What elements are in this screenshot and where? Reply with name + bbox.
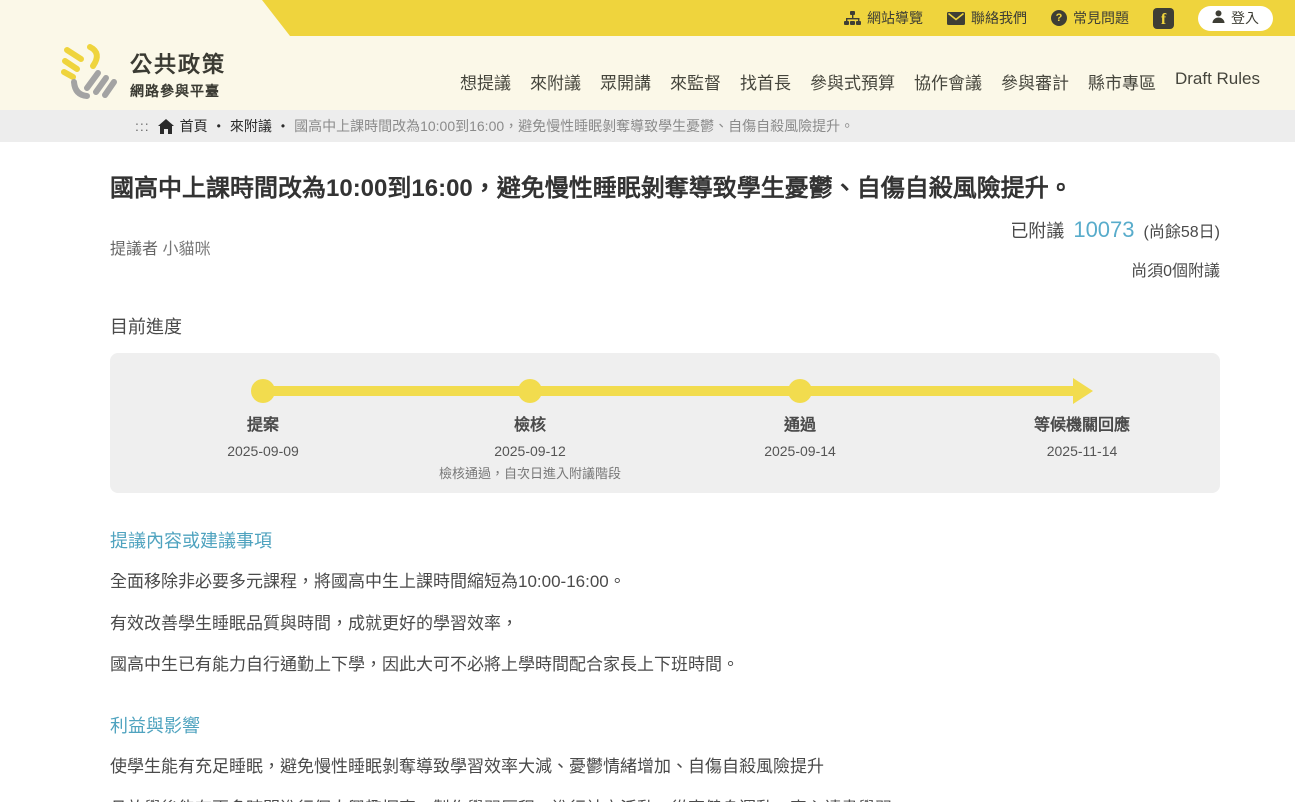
seconded-block: 已附議 10073 (尚餘58日) 尚須0個附議 xyxy=(1010,217,1220,281)
nav-item-county[interactable]: 縣市專區 xyxy=(1088,69,1156,94)
proposer-label: 提議者 xyxy=(110,241,158,258)
logo-title: 公共政策 xyxy=(130,47,226,79)
step-date: 2025-11-14 xyxy=(1034,443,1130,459)
step-date: 2025-09-14 xyxy=(764,443,836,459)
nav-item-propose[interactable]: 想提議 xyxy=(460,69,511,94)
proposal-paragraph: 國高中生已有能力自行通勤上下學，因此大可不必將上學時間配合家長上下班時間。 xyxy=(110,653,1220,678)
faq-label: 常見問題 xyxy=(1073,8,1129,28)
proposer-line: 提議者 小貓咪 xyxy=(110,235,210,259)
breadcrumb-home-link[interactable]: 首頁 xyxy=(180,116,208,136)
logo-subtitle: 網路參與平臺 xyxy=(130,81,226,101)
nav-item-audit[interactable]: 參與審計 xyxy=(1001,69,1069,94)
faq-link[interactable]: ? 常見問題 xyxy=(1051,8,1129,28)
review-passed-note: 檢核通過，自次日進入附議階段 xyxy=(439,463,621,482)
timeline-step-proposed: 提案 2025-09-09 xyxy=(227,411,299,459)
user-icon xyxy=(1212,10,1225,26)
seconded-line: 已附議 10073 (尚餘58日) xyxy=(1010,217,1220,243)
progress-heading: 目前進度 xyxy=(110,313,1220,339)
step-label: 檢核 xyxy=(494,411,566,435)
step-date: 2025-09-09 xyxy=(227,443,299,459)
step-label: 通過 xyxy=(764,411,836,435)
timeline-dot-proposed xyxy=(251,379,275,403)
timeline-dot-review xyxy=(518,379,542,403)
nav-item-supervise[interactable]: 來監督 xyxy=(670,69,721,94)
nav-item-draft-rules[interactable]: Draft Rules xyxy=(1175,69,1260,94)
sitemap-icon xyxy=(844,11,861,26)
login-label: 登入 xyxy=(1231,8,1259,28)
step-date: 2025-09-12 xyxy=(494,443,566,459)
proposal-meta-row: 提議者 小貓咪 已附議 10073 (尚餘58日) 尚須0個附議 xyxy=(110,217,1220,281)
step-label: 等候機關回應 xyxy=(1034,411,1130,435)
seconded-remaining: (尚餘58日) xyxy=(1144,224,1220,241)
main-nav: 想提議 來附議 眾開講 來監督 找首長 參與式預算 協作會議 參與審計 縣市專區… xyxy=(460,69,1260,94)
step-label: 提案 xyxy=(227,411,299,435)
proposer-name: 小貓咪 xyxy=(162,241,210,258)
breadcrumb-separator: • xyxy=(281,119,285,133)
seconded-count: 10073 xyxy=(1073,217,1134,242)
section-proposal-content: 提議內容或建議事項 全面移除非必要多元課程，將國高中生上課時間縮短為10:00-… xyxy=(110,527,1220,678)
nav-item-second[interactable]: 來附議 xyxy=(530,69,581,94)
facebook-icon[interactable]: f xyxy=(1153,8,1174,29)
proposal-paragraph: 有效改善學生睡眠品質與時間，成就更好的學習效率， xyxy=(110,612,1220,637)
site-logo[interactable]: 公共政策 網路參與平臺 xyxy=(60,42,226,105)
topbar-menu: 網站導覽 聯絡我們 ? 常見問題 f 登入 xyxy=(844,0,1273,36)
timeline-step-review: 檢核 2025-09-12 xyxy=(494,411,566,459)
section-heading: 利益與影響 xyxy=(110,712,1220,738)
breadcrumb: ::: 首頁 • 來附議 • 國高中上課時間改為10:00到16:00，避免慢性… xyxy=(0,110,1295,142)
benefits-paragraph: 且放學後能有更多時間進行個人興趣探索、製作學習歷程、進行社交活動、從事健身運動、… xyxy=(110,797,1220,802)
seconded-label: 已附議 xyxy=(1010,221,1064,241)
timeline-line xyxy=(263,386,1075,396)
logo-hands-icon xyxy=(60,42,118,105)
home-icon[interactable] xyxy=(158,119,174,134)
nav-item-budget[interactable]: 參與式預算 xyxy=(810,69,895,94)
top-utility-bar: 網站導覽 聯絡我們 ? 常見問題 f 登入 xyxy=(0,0,1295,36)
progress-timeline: 提案 2025-09-09 檢核 2025-09-12 通過 2025-09-1… xyxy=(110,353,1220,493)
sitemap-link[interactable]: 網站導覽 xyxy=(844,8,923,28)
contact-link[interactable]: 聯絡我們 xyxy=(947,8,1027,28)
login-button[interactable]: 登入 xyxy=(1198,6,1273,31)
section-heading: 提議內容或建議事項 xyxy=(110,527,1220,553)
breadcrumb-separator: • xyxy=(217,119,221,133)
main-content: 國高中上課時間改為10:00到16:00，避免慢性睡眠剝奪導致學生憂鬱、自傷自殺… xyxy=(0,142,1295,802)
breadcrumb-current-page: 國高中上課時間改為10:00到16:00，避免慢性睡眠剝奪導致學生憂鬱、自傷自殺… xyxy=(294,116,854,136)
section-benefits-impact: 利益與影響 使學生能有充足睡眠，避免慢性睡眠剝奪導致學習效率大減、憂鬱情緒增加、… xyxy=(110,712,1220,802)
sitemap-label: 網站導覽 xyxy=(867,8,923,28)
question-icon: ? xyxy=(1051,10,1067,26)
nav-item-mayor[interactable]: 找首長 xyxy=(740,69,791,94)
mail-icon xyxy=(947,12,965,25)
timeline-step-passed: 通過 2025-09-14 xyxy=(764,411,836,459)
timeline-step-awaiting-response: 等候機關回應 2025-11-14 xyxy=(1034,411,1130,459)
page-title: 國高中上課時間改為10:00到16:00，避免慢性睡眠剝奪導致學生憂鬱、自傷自殺… xyxy=(110,170,1200,207)
accessibility-anchor: ::: xyxy=(135,118,150,134)
timeline-dot-passed xyxy=(788,379,812,403)
benefits-paragraph: 使學生能有充足睡眠，避免慢性睡眠剝奪導致學習效率大減、憂鬱情緒增加、自傷自殺風險… xyxy=(110,755,1220,780)
nav-item-talks[interactable]: 眾開講 xyxy=(600,69,651,94)
nav-item-collab[interactable]: 協作會議 xyxy=(914,69,982,94)
logo-text: 公共政策 網路參與平臺 xyxy=(130,47,226,101)
still-needed: 尚須0個附議 xyxy=(1010,257,1220,281)
contact-label: 聯絡我們 xyxy=(971,8,1027,28)
site-header: 公共政策 網路參與平臺 想提議 來附議 眾開講 來監督 找首長 參與式預算 協作… xyxy=(0,36,1295,110)
proposal-paragraph: 全面移除非必要多元課程，將國高中生上課時間縮短為10:00-16:00。 xyxy=(110,570,1220,595)
breadcrumb-section-link[interactable]: 來附議 xyxy=(230,116,272,136)
timeline-arrow-icon xyxy=(1073,378,1093,404)
